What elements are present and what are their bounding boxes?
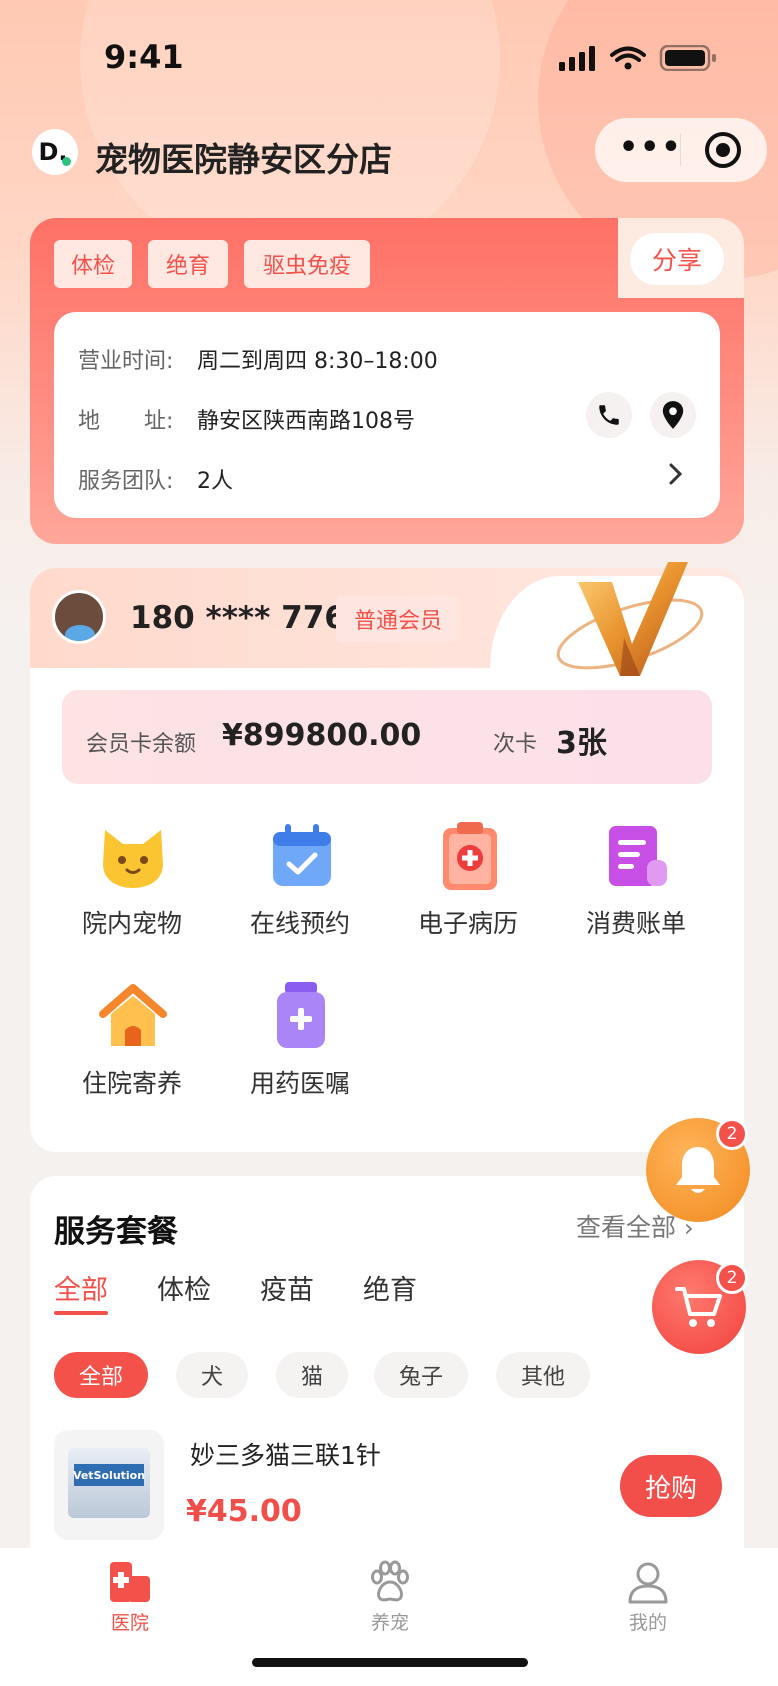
cart-icon <box>675 1287 722 1327</box>
shortcut-bills[interactable]: 消费账单 <box>561 820 711 940</box>
address-label: 地 址: <box>78 409 174 434</box>
filter-rabbit[interactable]: 兔子 <box>374 1352 468 1398</box>
bell-icon <box>676 1147 720 1193</box>
shortcut-prescription[interactable]: 用药医嘱 <box>225 980 375 1100</box>
hours-label: 营业时间: <box>78 349 174 374</box>
user-icon <box>628 1562 668 1604</box>
medicine-bottle-icon <box>277 982 325 1048</box>
mini-program-capsule: ••• <box>595 118 767 182</box>
bill-icon <box>609 826 667 886</box>
phone-icon <box>599 405 619 425</box>
tab-hospital[interactable]: 医院 <box>90 1560 170 1635</box>
cart-badge: 2 <box>716 1262 748 1294</box>
store-logo: D. <box>32 129 78 175</box>
home-indicator <box>252 1658 528 1667</box>
member-phone: 180 **** 7766 <box>130 600 368 636</box>
filter-dog[interactable]: 犬 <box>176 1352 248 1398</box>
address-value: 静安区陕西南路108号 <box>197 409 415 434</box>
cards-value: 3张 <box>556 726 607 761</box>
hours-value: 周二到周四 8:30–18:00 <box>197 349 438 374</box>
vip-crown-icon <box>550 554 710 688</box>
cat-face-icon <box>103 830 163 888</box>
tab-neuter[interactable]: 绝育 <box>363 1268 417 1307</box>
share-button[interactable]: 分享 <box>630 233 724 285</box>
product-image[interactable]: VetSolution <box>54 1430 164 1540</box>
medical-record-icon <box>443 822 497 890</box>
tab-pet-care[interactable]: 养宠 <box>350 1560 430 1635</box>
filter-other[interactable]: 其他 <box>496 1352 590 1398</box>
service-title: 服务套餐 <box>54 1214 178 1250</box>
calendar-check-icon <box>273 824 331 886</box>
more-icon[interactable]: ••• <box>619 133 683 163</box>
balance-value: ¥899800.00 <box>222 718 422 753</box>
avatar[interactable] <box>52 590 106 644</box>
status-icons <box>559 44 719 75</box>
tab-checkup[interactable]: 体检 <box>157 1268 211 1307</box>
tab-vaccine[interactable]: 疫苗 <box>260 1268 314 1307</box>
map-button[interactable] <box>650 392 696 438</box>
filter-cat[interactable]: 猫 <box>276 1352 348 1398</box>
balance-label: 会员卡余额 <box>86 732 197 757</box>
product-name[interactable]: 妙三多猫三联1针 <box>190 1436 381 1472</box>
status-time: 9:41 <box>104 38 184 76</box>
tab-indicator <box>54 1311 108 1315</box>
member-level-badge: 普通会员 <box>336 596 460 642</box>
close-target-icon[interactable] <box>705 132 741 168</box>
buy-button[interactable]: 抢购 <box>620 1455 722 1517</box>
shortcut-records[interactable]: 电子病历 <box>393 820 543 940</box>
store-tag: 体检 <box>54 240 132 288</box>
filter-all[interactable]: 全部 <box>54 1352 148 1398</box>
page-title: 宠物医院静安区分店 <box>95 140 392 179</box>
cards-label: 次卡 <box>493 732 538 757</box>
team-label: 服务团队: <box>78 469 174 494</box>
product-price: ¥45.00 <box>186 1494 302 1529</box>
team-value: 2人 <box>197 469 233 494</box>
paw-icon <box>371 1560 409 1602</box>
store-tag: 绝育 <box>148 240 228 288</box>
tab-all[interactable]: 全部 <box>54 1268 108 1307</box>
notification-badge: 2 <box>716 1118 748 1150</box>
call-button[interactable] <box>586 392 632 438</box>
house-icon <box>99 984 167 1046</box>
store-tag: 驱虫免疫 <box>244 240 370 288</box>
shortcut-pets[interactable]: 院内宠物 <box>57 820 207 940</box>
location-pin-icon <box>662 401 684 429</box>
shortcut-boarding[interactable]: 住院寄养 <box>57 980 207 1100</box>
tab-profile[interactable]: 我的 <box>608 1560 688 1635</box>
shortcut-booking[interactable]: 在线预约 <box>225 820 375 940</box>
chevron-right-icon[interactable] <box>668 462 684 490</box>
hospital-icon <box>110 1562 150 1602</box>
